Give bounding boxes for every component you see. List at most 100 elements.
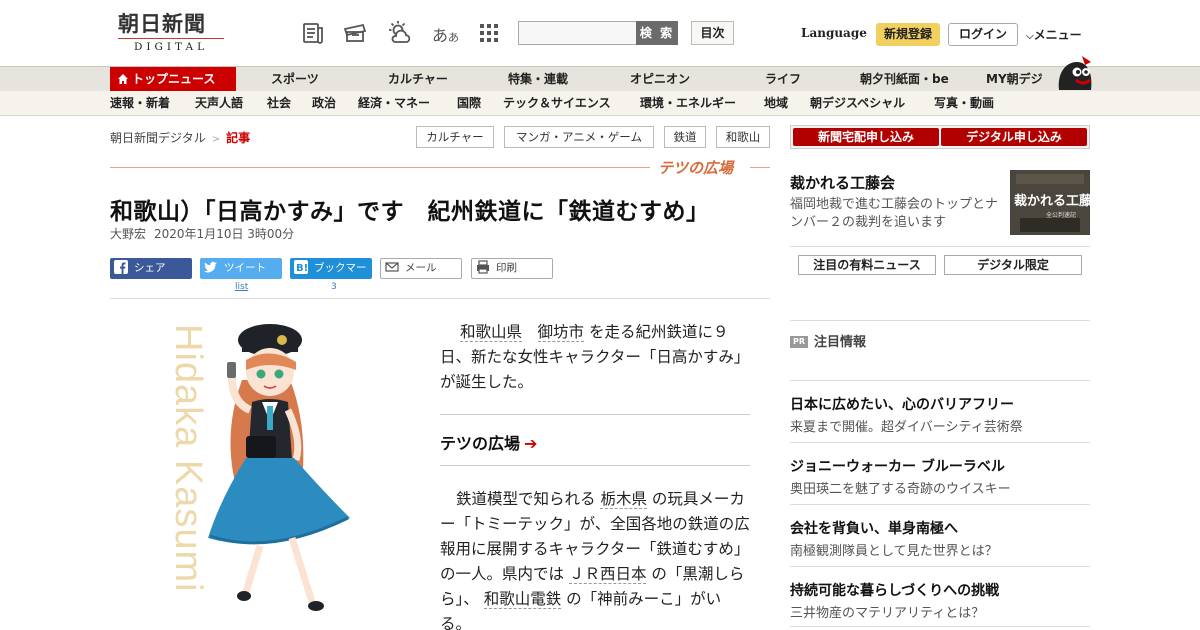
byline: 大野宏 2020年1月10日 3時00分 [110,225,294,242]
hatena-count[interactable]: 3 [331,282,337,292]
language-link[interactable]: Language [801,26,867,40]
feature-image-subtitle: 全公判速記 [1046,212,1077,219]
digital-subscribe-button[interactable]: デジタル申し込み [941,128,1087,146]
hatena-bookmark-button[interactable]: B! ブックマーク [290,258,372,295]
newspaper-icon[interactable] [301,20,327,46]
link-tochigi[interactable]: 栃木県 [600,490,647,509]
pr-heading-label: 注目情報 [814,335,867,350]
pr-item-desc: 奥田瑛二を魅了する奇跡のウイスキー [790,482,1011,497]
tag-wakayama[interactable]: 和歌山 [716,126,770,148]
nav-opinion[interactable]: オピニオン [630,67,690,91]
pr-item-title[interactable]: 会社を背負い、単身南極へ [790,518,958,538]
feature-title[interactable]: 裁かれる工藤会 [790,172,895,193]
print-label: 印刷 [496,262,517,274]
nav-breaking[interactable]: 速報・新着 [110,91,170,116]
author: 大野宏 [110,227,147,241]
link-gobo-city[interactable]: 御坊市 [537,323,585,342]
paragraph-2: 鉄道模型で知られる 栃木県 の玩具メーカー「トミーテック」が、全国各地の鉄道の広… [440,487,750,630]
breadcrumb-separator: > [211,134,221,145]
nav-life[interactable]: ライフ [765,67,801,91]
nav-special[interactable]: 朝デジスペシャル [810,91,905,116]
nav-politics[interactable]: 政治 [312,91,336,116]
nav-sports[interactable]: スポーツ [271,67,319,91]
tag-culture[interactable]: カルチャー [416,126,494,148]
menu-button[interactable]: ⌵メニュー [1026,26,1082,43]
print-icon [477,260,489,274]
font-size-icon[interactable]: ああ [432,22,459,46]
tag-manga-anime[interactable]: マンガ・アニメ・ゲーム [504,126,654,148]
nav-photo-video[interactable]: 写真・動画 [934,91,994,116]
divider [440,465,750,466]
link-wakayama-electric[interactable]: 和歌山電鉄 [483,590,562,609]
mail-share-button[interactable]: メール [380,258,462,279]
divider [790,566,1090,567]
paragraph-2-text-a: 鉄道模型で知られる [456,490,596,508]
facebook-icon [114,260,128,274]
breadcrumb-home[interactable]: 朝日新聞デジタル [110,131,206,145]
newspaper-subscribe-button[interactable]: 新聞宅配申し込み [793,128,939,146]
pr-item-desc: 三井物産のマテリアリティとは？ [790,606,985,621]
logo-subtext: DIGITAL [118,38,224,53]
nav-international[interactable]: 国際 [457,91,481,116]
nav-tenseijingo[interactable]: 天声人語 [195,91,243,116]
nav-paper[interactable]: 朝夕刊紙面・be [860,67,949,91]
pr-item-title[interactable]: 日本に広めたい、心のバリアフリー [790,394,1014,414]
ticket-icon[interactable] [342,20,368,46]
divider [790,380,1090,381]
related-link[interactable]: テツの広場 ➔ [440,430,537,454]
register-button[interactable]: 新規登録 [876,23,940,46]
section-name[interactable]: テツの広場 [658,157,733,178]
primary-nav: トップニュース スポーツ カルチャー 特集・連載 オピニオン ライフ 朝夕刊紙面… [0,66,1200,91]
font-size-large: あ [432,26,449,45]
mascot-icon[interactable] [1055,56,1095,92]
nav-features[interactable]: 特集・連載 [508,67,568,91]
nav-culture[interactable]: カルチャー [388,67,448,91]
search-button[interactable]: 検 索 [636,21,678,45]
publish-date: 2020年1月10日 3時00分 [154,227,295,241]
facebook-share-button[interactable]: シェア [110,258,192,279]
twitter-count-link[interactable]: list [235,282,248,292]
tab-paid-news[interactable]: 注目の有料ニュース [798,255,936,275]
nav-label: トップニュース [132,72,216,86]
link-jr-west[interactable]: ＪＲ西日本 [568,565,647,584]
nav-environment[interactable]: 環境・エネルギー [640,91,736,116]
grid-menu-icon[interactable] [476,20,502,46]
search-form: 検 索 [518,21,678,45]
twitter-share-button[interactable]: ツイート [200,258,282,279]
nav-tech[interactable]: テック＆サイエンス [503,91,611,116]
subscription-box: 新聞宅配申し込み デジタル申し込み [790,125,1090,149]
toc-button[interactable]: 目次 [691,21,734,45]
home-icon [118,74,128,84]
nav-top-news[interactable]: トップニュース [110,67,236,91]
link-wakayama-pref[interactable]: 和歌山県 [460,323,523,342]
pr-item-title[interactable]: 持続可能な暮らしづくりへの挑戦 [790,580,999,600]
tag-railway[interactable]: 鉄道 [664,126,706,148]
breadcrumb: 朝日新聞デジタル > 記事 [110,129,250,146]
pr-item-desc: 南極観測隊員として見た世界とは？ [790,544,998,559]
article-illustration[interactable]: Hidaka Kasumi [150,310,390,630]
article-headline: 和歌山）「日高かすみ」です 紀州鉄道に「鉄道むすめ」 [110,199,710,225]
paragraph-2-text-d: の「神前みーこ」がいる。 [440,590,722,630]
search-input[interactable] [518,21,636,45]
arrow-right-icon: ➔ [524,434,538,453]
nav-economy[interactable]: 経済・マネー [358,91,430,116]
facebook-label: シェア [134,262,166,274]
font-size-small: あ [448,31,460,44]
nav-society[interactable]: 社会 [267,91,291,116]
site-logo[interactable]: 朝日新聞 DIGITAL [118,12,230,56]
print-button[interactable]: 印刷 [471,258,553,279]
pr-item-title[interactable]: ジョニーウォーカー ブルーラベル [790,456,1005,476]
secondary-nav: 速報・新着 天声人語 社会 政治 経済・マネー 国際 テック＆サイエンス 環境・… [0,91,1200,116]
mail-label: メール [405,262,437,274]
login-button[interactable]: ログイン [948,23,1018,46]
feature-thumbnail[interactable]: 裁かれる工藤会 全公判速記 [1010,170,1090,235]
divider [790,626,1090,627]
divider [790,246,1090,247]
divider [790,442,1090,443]
weather-icon[interactable] [386,20,412,46]
twitter-icon [204,261,217,273]
nav-region[interactable]: 地域 [764,91,788,116]
divider [790,320,1090,321]
nav-my-asadigi[interactable]: MY朝デジ [986,67,1043,91]
tab-digital-only[interactable]: デジタル限定 [944,255,1082,275]
